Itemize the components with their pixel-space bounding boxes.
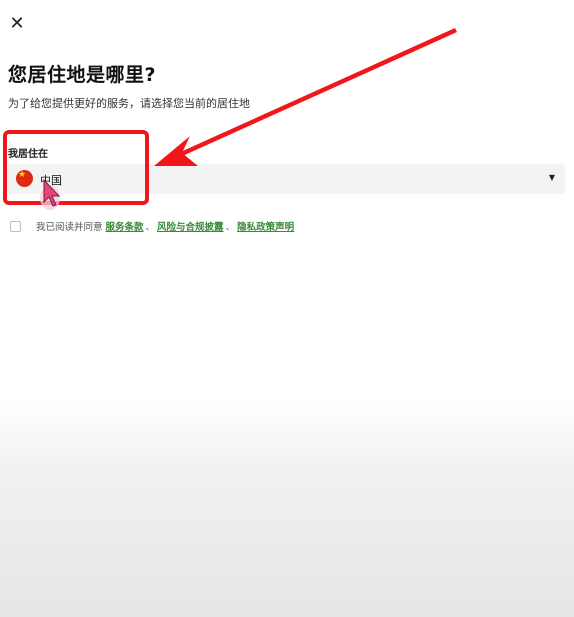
page-subtitle: 为了给您提供更好的服务，请选择您当前的居住地 (8, 97, 250, 110)
residence-label: 我居住在 (8, 149, 48, 160)
agreement-separator: 、 (225, 222, 236, 233)
annotation-arrow (154, 28, 457, 166)
close-button[interactable]: ✕ (6, 12, 28, 34)
agreement-separator: 、 (145, 222, 156, 233)
annotation-arrow-shaft (176, 28, 457, 158)
privacy-policy-link[interactable]: 隐私政策声明 (237, 219, 294, 233)
agreement-row: 我已阅读并同意 服务条款 、 风险与合规披露 、 隐私政策声明 (10, 219, 294, 233)
close-icon: ✕ (9, 13, 25, 33)
agreement-checkbox[interactable] (10, 220, 21, 232)
caret-down-icon: ▼ (548, 173, 555, 182)
page-title: 您居住地是哪里? (8, 64, 157, 86)
terms-of-service-link[interactable]: 服务条款 (106, 219, 144, 233)
china-flag-icon: ★ (16, 170, 33, 187)
residence-select[interactable]: ★ 中国 ▼ (7, 164, 565, 194)
annotation-arrow-head (154, 136, 198, 166)
agreement-prefix: 我已阅读并同意 (36, 222, 103, 233)
residence-selected-value: 中国 (40, 174, 62, 187)
risk-disclosure-link[interactable]: 风险与合规披露 (157, 219, 224, 233)
